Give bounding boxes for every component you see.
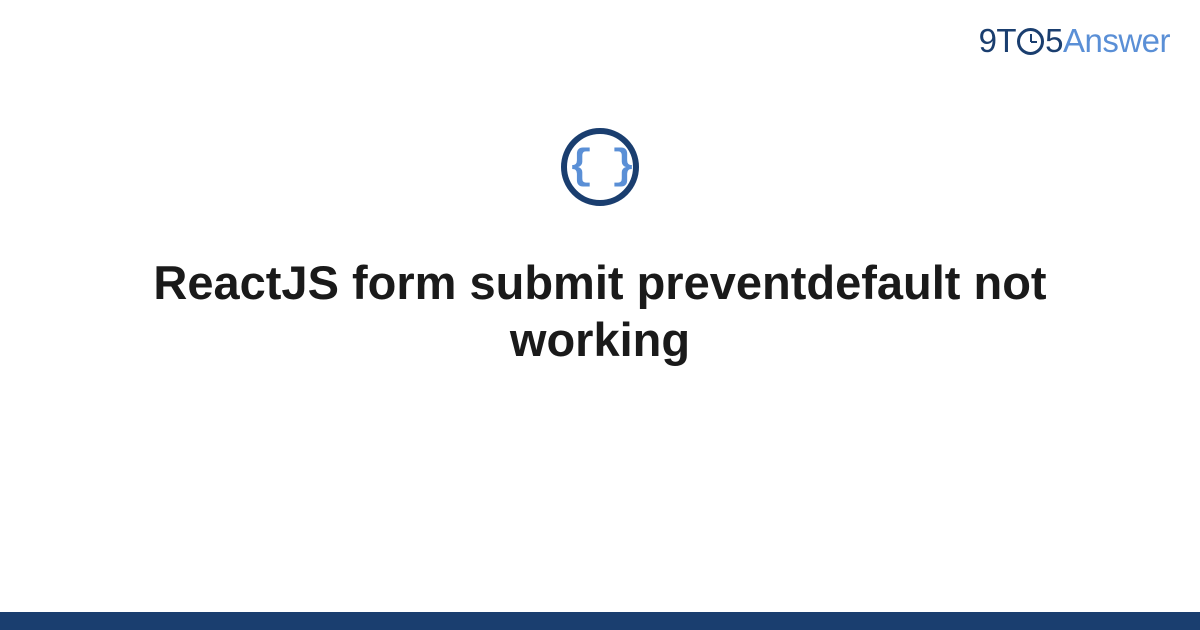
site-logo: 9T 5 Answer [979,22,1170,60]
braces-glyph: { } [568,146,632,188]
logo-text-9t: 9T [979,22,1017,60]
bottom-accent-bar [0,612,1200,630]
logo-text-5: 5 [1045,22,1063,60]
code-braces-icon: { } [561,128,639,206]
main-content: { } ReactJS form submit preventdefault n… [0,128,1200,369]
logo-text-answer: Answer [1063,22,1170,60]
page-title: ReactJS form submit preventdefault not w… [150,254,1050,369]
clock-icon [1017,28,1044,55]
